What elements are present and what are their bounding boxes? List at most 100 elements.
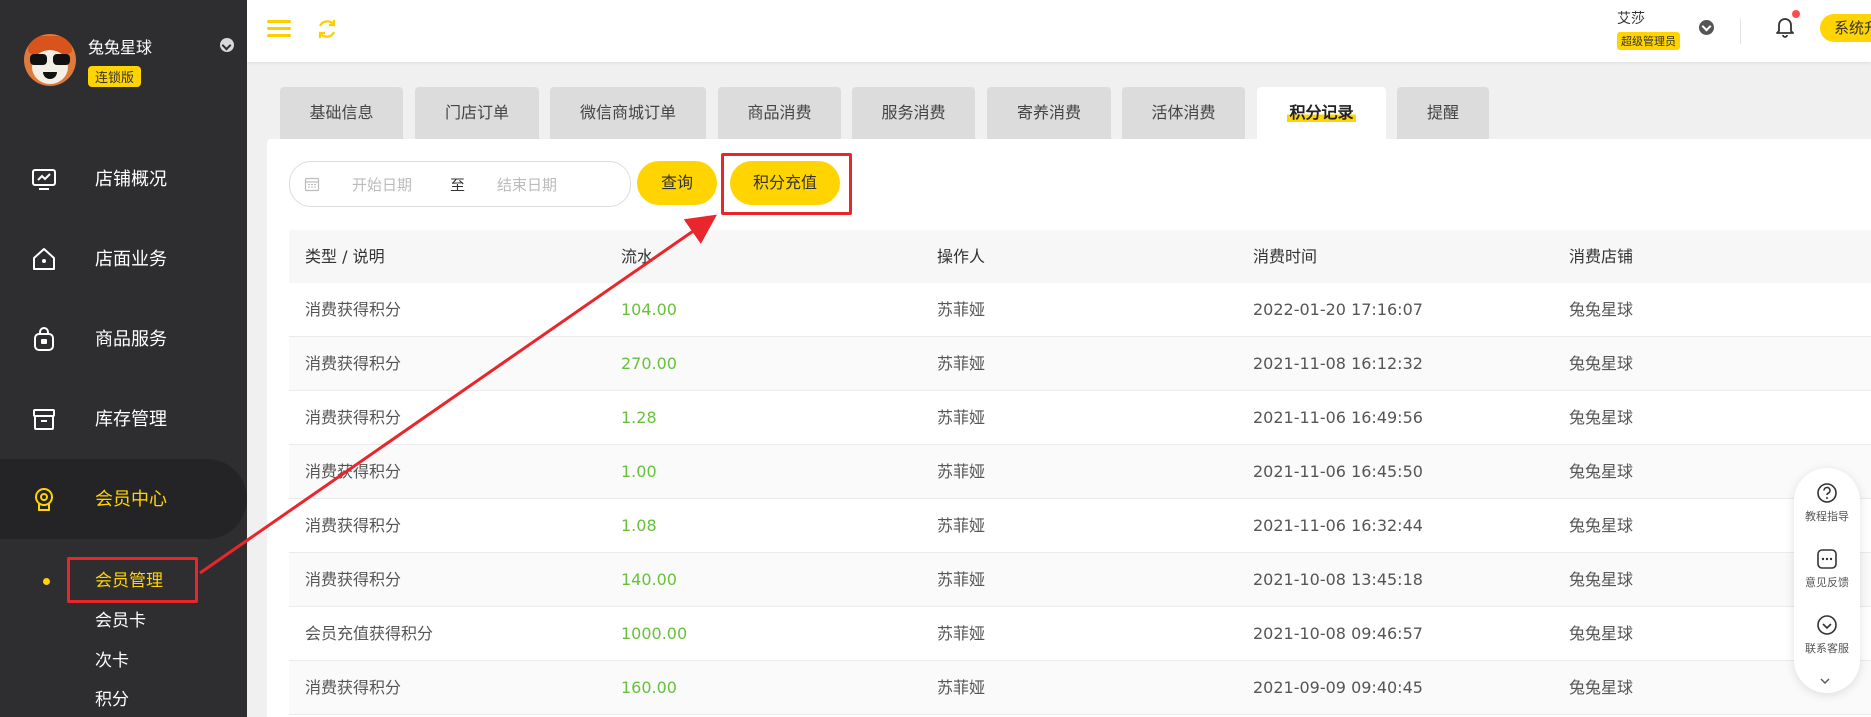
nav-label: 库存管理 <box>95 409 167 430</box>
amount-cell: 104.00 <box>621 300 677 319</box>
tab-label: 积分记录 <box>1287 103 1356 122</box>
tab-label: 基础信息 <box>309 103 374 122</box>
operator-cell: 苏菲娅 <box>937 516 986 535</box>
active-dot <box>43 578 50 585</box>
time-cell: 2022-01-20 17:16:07 <box>1253 300 1423 319</box>
table-row: 消费获得积分 1.00 苏菲娅 2021-11-06 16:45:50 兔兔星球 <box>289 445 1871 499</box>
store-cell: 兔兔星球 <box>1569 624 1634 643</box>
end-date-input[interactable]: 结束日期 <box>497 174 557 195</box>
feedback-icon <box>1816 548 1838 570</box>
store-cell: 兔兔星球 <box>1569 354 1634 373</box>
bell-icon[interactable] <box>1774 14 1796 38</box>
sidebar: 兔兔星球 连锁版 店铺概况 店面业务 商品服务 库存管理 会员中心 会员管理 会… <box>0 0 247 717</box>
store-cell: 兔兔星球 <box>1569 516 1634 535</box>
amount-cell: 1000.00 <box>621 624 688 643</box>
question-icon <box>1816 482 1838 504</box>
amount-cell: 270.00 <box>621 354 677 373</box>
nav-item-inventory[interactable]: 库存管理 <box>0 379 247 459</box>
time-cell: 2021-09-09 09:40:45 <box>1253 678 1423 697</box>
table-row: 消费获得积分 140.00 苏菲娅 2021-10-08 13:45:18 兔兔星球 <box>289 553 1871 607</box>
start-date-input[interactable]: 开始日期 <box>352 174 412 195</box>
nav-item-store-business[interactable]: 店面业务 <box>0 219 247 299</box>
query-button[interactable]: 查询 <box>637 161 717 205</box>
column-header: 消费店铺 <box>1569 247 1634 266</box>
tab-goods-consumption[interactable]: 商品消费 <box>718 87 841 139</box>
column-header: 消费时间 <box>1253 247 1318 266</box>
type-cell: 消费获得积分 <box>305 678 402 697</box>
user-name: 艾莎 <box>1617 11 1645 27</box>
date-range-picker[interactable]: 开始日期 至 结束日期 <box>289 161 631 207</box>
help-label: 意见反馈 <box>1805 576 1849 589</box>
column-header: 类型 / 说明 <box>305 247 385 266</box>
type-cell: 消费获得积分 <box>305 300 402 319</box>
bag-icon <box>30 325 58 353</box>
tab-wechat-orders[interactable]: 微信商城订单 <box>550 87 706 139</box>
operator-cell: 苏菲娅 <box>937 570 986 589</box>
table-row: 消费获得积分 270.00 苏菲娅 2021-11-08 16:12:32 兔兔星球 <box>289 337 1871 391</box>
operator-cell: 苏菲娅 <box>937 300 986 319</box>
nav-item-member-center[interactable]: 会员中心 <box>0 459 247 539</box>
table-row: 会员充值获得积分 1000.00 苏菲娅 2021-10-08 09:46:57 兔兔星… <box>289 607 1871 661</box>
type-cell: 消费获得积分 <box>305 408 402 427</box>
time-cell: 2021-11-06 16:32:44 <box>1253 516 1423 535</box>
edition-badge: 连锁版 <box>88 66 142 87</box>
nav-item-goods-service[interactable]: 商品服务 <box>0 299 247 379</box>
member-icon <box>30 485 58 513</box>
tab-store-orders[interactable]: 门店订单 <box>415 87 539 139</box>
tab-points-record[interactable]: 积分记录 <box>1257 87 1386 139</box>
tab-label: 提醒 <box>1426 103 1459 122</box>
type-cell: 消费获得积分 <box>305 570 402 589</box>
tab-service-consumption[interactable]: 服务消费 <box>852 87 975 139</box>
nav-label: 店铺概况 <box>95 169 167 190</box>
operator-cell: 苏菲娅 <box>937 354 986 373</box>
tab-basic-info[interactable]: 基础信息 <box>280 87 403 139</box>
tab-label: 微信商城订单 <box>579 103 676 122</box>
tab-live-consumption[interactable]: 活体消费 <box>1122 87 1245 139</box>
time-cell: 2021-11-08 16:12:32 <box>1253 354 1423 373</box>
nav-item-overview[interactable]: 店铺概况 <box>0 139 247 219</box>
menu-icon[interactable] <box>267 18 291 40</box>
tab-label: 门店订单 <box>444 103 509 122</box>
chevron-down-icon[interactable] <box>220 38 234 52</box>
operator-cell: 苏菲娅 <box>937 624 986 643</box>
sub-item-points[interactable]: 积分 <box>95 685 129 710</box>
amount-cell: 1.28 <box>621 408 657 427</box>
table-row: 消费获得积分 160.00 苏菲娅 2021-09-09 09:40:45 兔兔星球 <box>289 661 1871 715</box>
amount-cell: 1.08 <box>621 516 657 535</box>
store-cell: 兔兔星球 <box>1569 678 1634 697</box>
system-upgrade-button[interactable]: 系统升 <box>1820 14 1871 42</box>
tab-reminder[interactable]: 提醒 <box>1397 87 1489 139</box>
time-cell: 2021-10-08 13:45:18 <box>1253 570 1423 589</box>
store-cell: 兔兔星球 <box>1569 462 1634 481</box>
feedback-button[interactable]: 意见反馈 <box>1794 548 1860 590</box>
nav-label: 商品服务 <box>95 329 167 350</box>
tab-label: 服务消费 <box>881 103 946 122</box>
nav-label: 店面业务 <box>95 249 167 270</box>
operator-cell: 苏菲娅 <box>937 678 986 697</box>
table-body: 消费获得积分 104.00 苏菲娅 2022-01-20 17:16:07 兔兔星球 消费… <box>289 283 1871 715</box>
chevron-down-icon[interactable] <box>1699 20 1714 35</box>
store-cell: 兔兔星球 <box>1569 570 1634 589</box>
type-cell: 消费获得积分 <box>305 516 402 535</box>
user-role-badge: 超级管理员 <box>1617 32 1680 50</box>
operator-cell: 苏菲娅 <box>937 462 986 481</box>
content-panel: 开始日期 至 结束日期 查询 积分充值 类型 / 说明 流水 操作人 消费时间 … <box>267 139 1871 717</box>
customer-service-button[interactable]: 联系客服 <box>1794 614 1860 656</box>
tab-label: 活体消费 <box>1151 103 1216 122</box>
table-row: 消费获得积分 1.08 苏菲娅 2021-11-06 16:32:44 兔兔星球 <box>289 499 1871 553</box>
annotation-highlight-member-management <box>67 557 198 603</box>
profile-block[interactable]: 兔兔星球 连锁版 <box>24 30 234 95</box>
amount-cell: 1.00 <box>621 462 657 481</box>
column-header: 流水 <box>621 247 654 266</box>
chevron-down-icon[interactable] <box>1820 671 1830 684</box>
sub-item-count-card[interactable]: 次卡 <box>95 646 129 671</box>
type-cell: 会员充值获得积分 <box>305 624 434 643</box>
tutorial-button[interactable]: 教程指导 <box>1794 482 1860 524</box>
refresh-icon[interactable] <box>315 17 339 41</box>
tab-label: 寄养消费 <box>1016 103 1081 122</box>
tab-boarding-consumption[interactable]: 寄养消费 <box>987 87 1111 139</box>
type-cell: 消费获得积分 <box>305 354 402 373</box>
monitor-icon <box>30 165 58 193</box>
help-label: 教程指导 <box>1805 510 1849 523</box>
sub-item-member-card[interactable]: 会员卡 <box>95 606 146 631</box>
